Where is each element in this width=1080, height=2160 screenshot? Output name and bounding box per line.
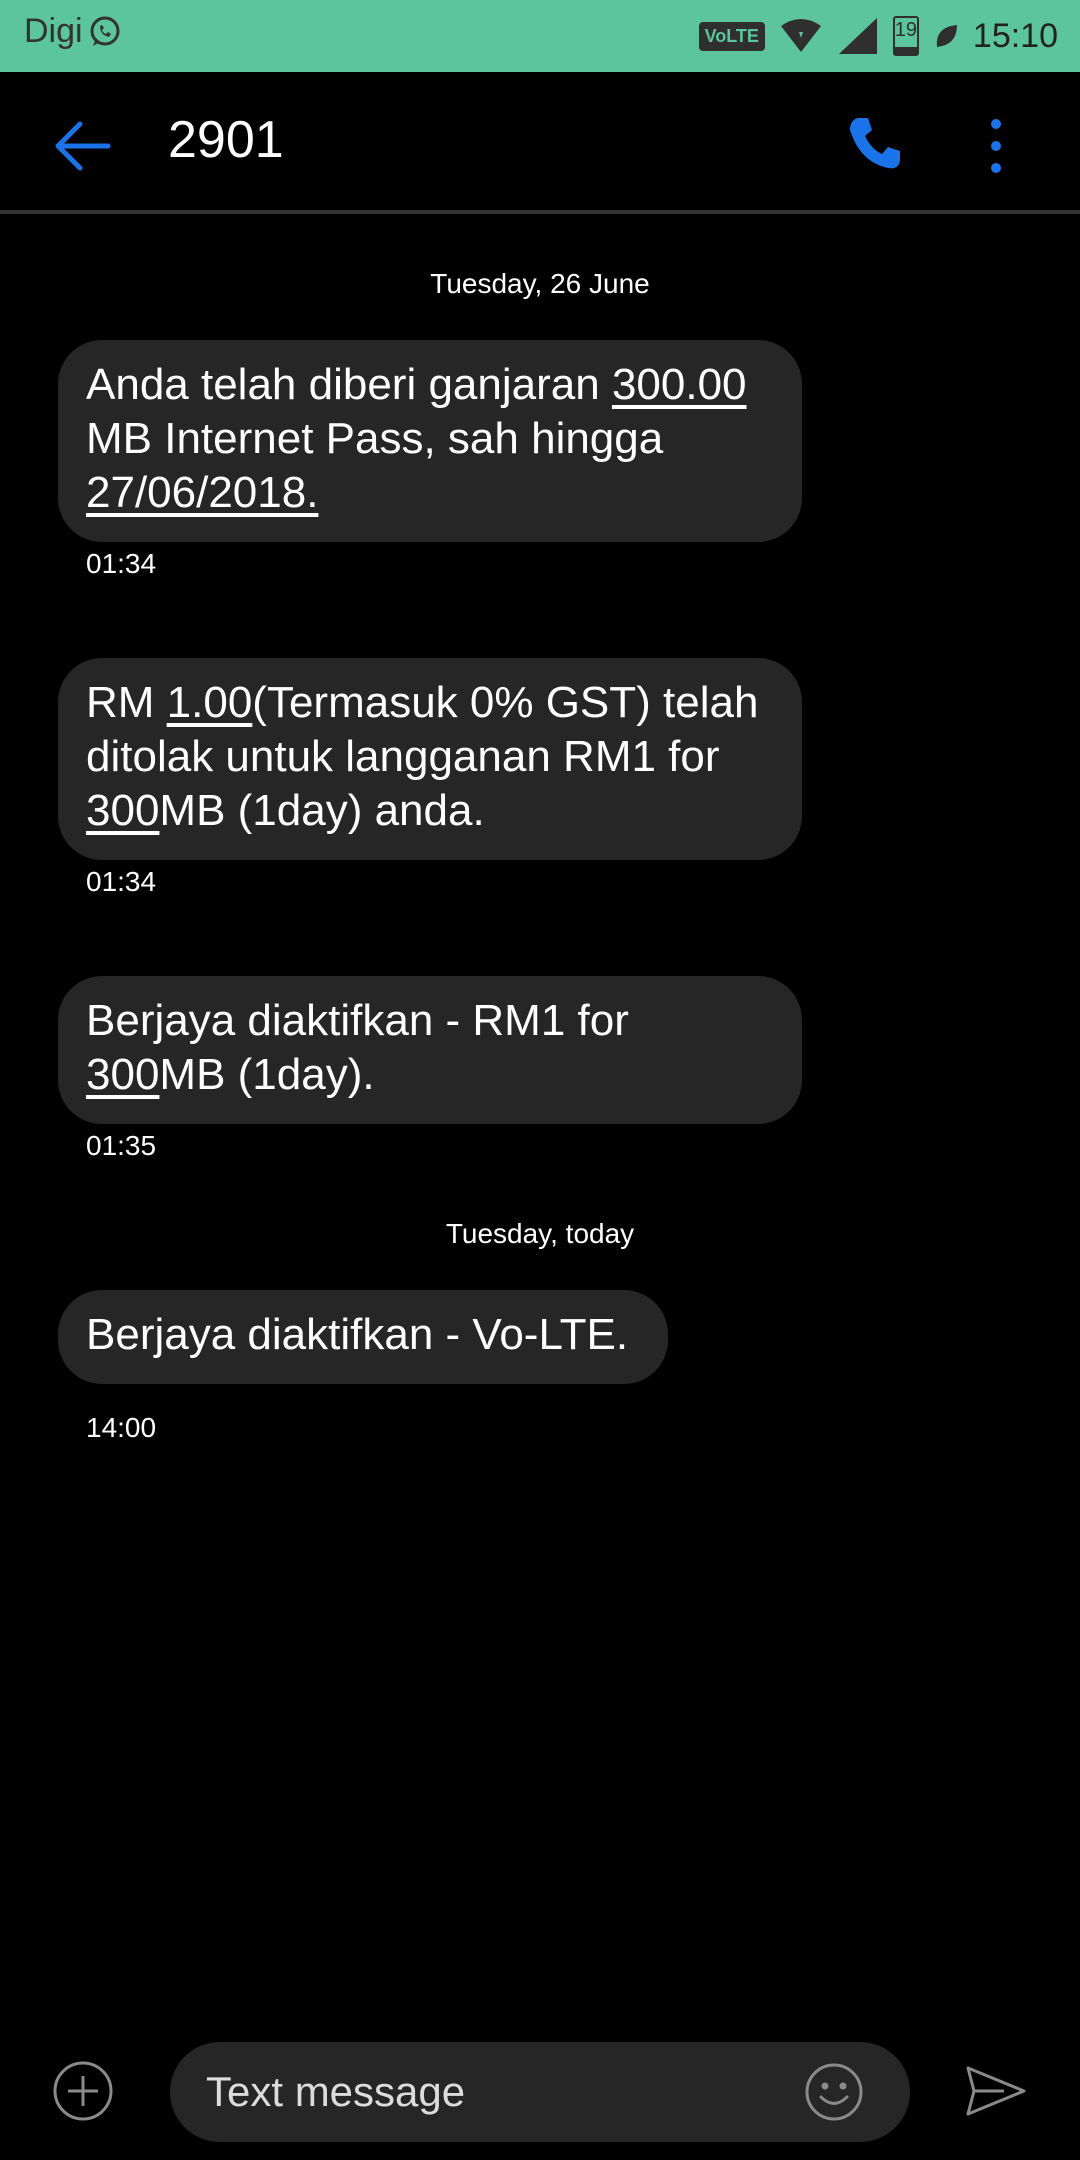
battery-icon: 19 <box>892 16 919 56</box>
arrow-back-icon[interactable] <box>52 116 112 176</box>
message-link-date[interactable]: 27/06/2018. <box>86 468 318 517</box>
message-input[interactable]: Text message <box>170 2042 910 2142</box>
emoji-icon[interactable] <box>804 2062 864 2122</box>
leaf-icon <box>936 25 957 47</box>
message-text: Berjaya diaktifkan - RM1 for <box>86 996 629 1045</box>
message-text: MB (1day). <box>159 1050 375 1099</box>
app-bar: 2901 <box>0 72 1080 210</box>
message-time: 14:00 <box>86 1412 157 1443</box>
message-text: RM <box>86 678 167 727</box>
message-text: MB Internet Pass, sah hingga <box>86 414 664 463</box>
header-divider <box>0 210 1080 214</box>
date-separator: Tuesday, 26 June <box>430 268 650 299</box>
message-bubble[interactable]: RM 1.00(Termasuk 0% GST) telah ditolak u… <box>58 658 802 860</box>
message-bubble[interactable]: Berjaya diaktifkan - Vo-LTE. <box>58 1290 668 1384</box>
date-separator: Tuesday, today <box>445 1218 635 1249</box>
wifi-icon <box>780 19 821 52</box>
message-text: Anda telah diberi ganjaran <box>86 360 612 409</box>
send-icon[interactable] <box>964 2064 1028 2118</box>
whatsapp-icon <box>90 16 120 46</box>
more-vert-icon[interactable] <box>976 116 1016 176</box>
status-bar: Digi VoLTE 19 15:10 <box>0 0 1080 72</box>
message-time: 01:34 <box>86 866 157 897</box>
add-circle-icon[interactable] <box>52 2060 114 2122</box>
status-icons: VoLTE 19 15:10 <box>698 10 1058 62</box>
message-text: Berjaya diaktifkan - Vo-LTE. <box>86 1310 629 1359</box>
message-text: MB (1day) anda. <box>159 786 485 835</box>
battery-text: 19 <box>894 19 918 41</box>
signal-icon <box>838 18 877 54</box>
volte-badge: VoLTE <box>698 21 765 51</box>
battery-level <box>894 47 917 54</box>
message-link-amount[interactable]: 1.00 <box>167 678 253 727</box>
phone-icon[interactable] <box>846 114 904 172</box>
message-link-number[interactable]: 300 <box>86 786 159 835</box>
message-bubble[interactable]: Anda telah diberi ganjaran 300.00 MB Int… <box>58 340 802 542</box>
message-link-number[interactable]: 300 <box>86 1050 159 1099</box>
message-link-amount[interactable]: 300.00 <box>612 360 747 409</box>
carrier: Digi <box>24 12 123 51</box>
message-time: 01:35 <box>86 1130 157 1161</box>
status-time: 15:10 <box>972 16 1058 55</box>
conversation-title: 2901 <box>168 111 284 169</box>
message-bubble[interactable]: Berjaya diaktifkan - RM1 for 300MB (1day… <box>58 976 802 1124</box>
carrier-name: Digi <box>24 12 83 50</box>
message-time: 01:34 <box>86 548 157 579</box>
message-input-placeholder: Text message <box>206 2068 466 2115</box>
compose-bar: Text message <box>0 2030 1080 2160</box>
